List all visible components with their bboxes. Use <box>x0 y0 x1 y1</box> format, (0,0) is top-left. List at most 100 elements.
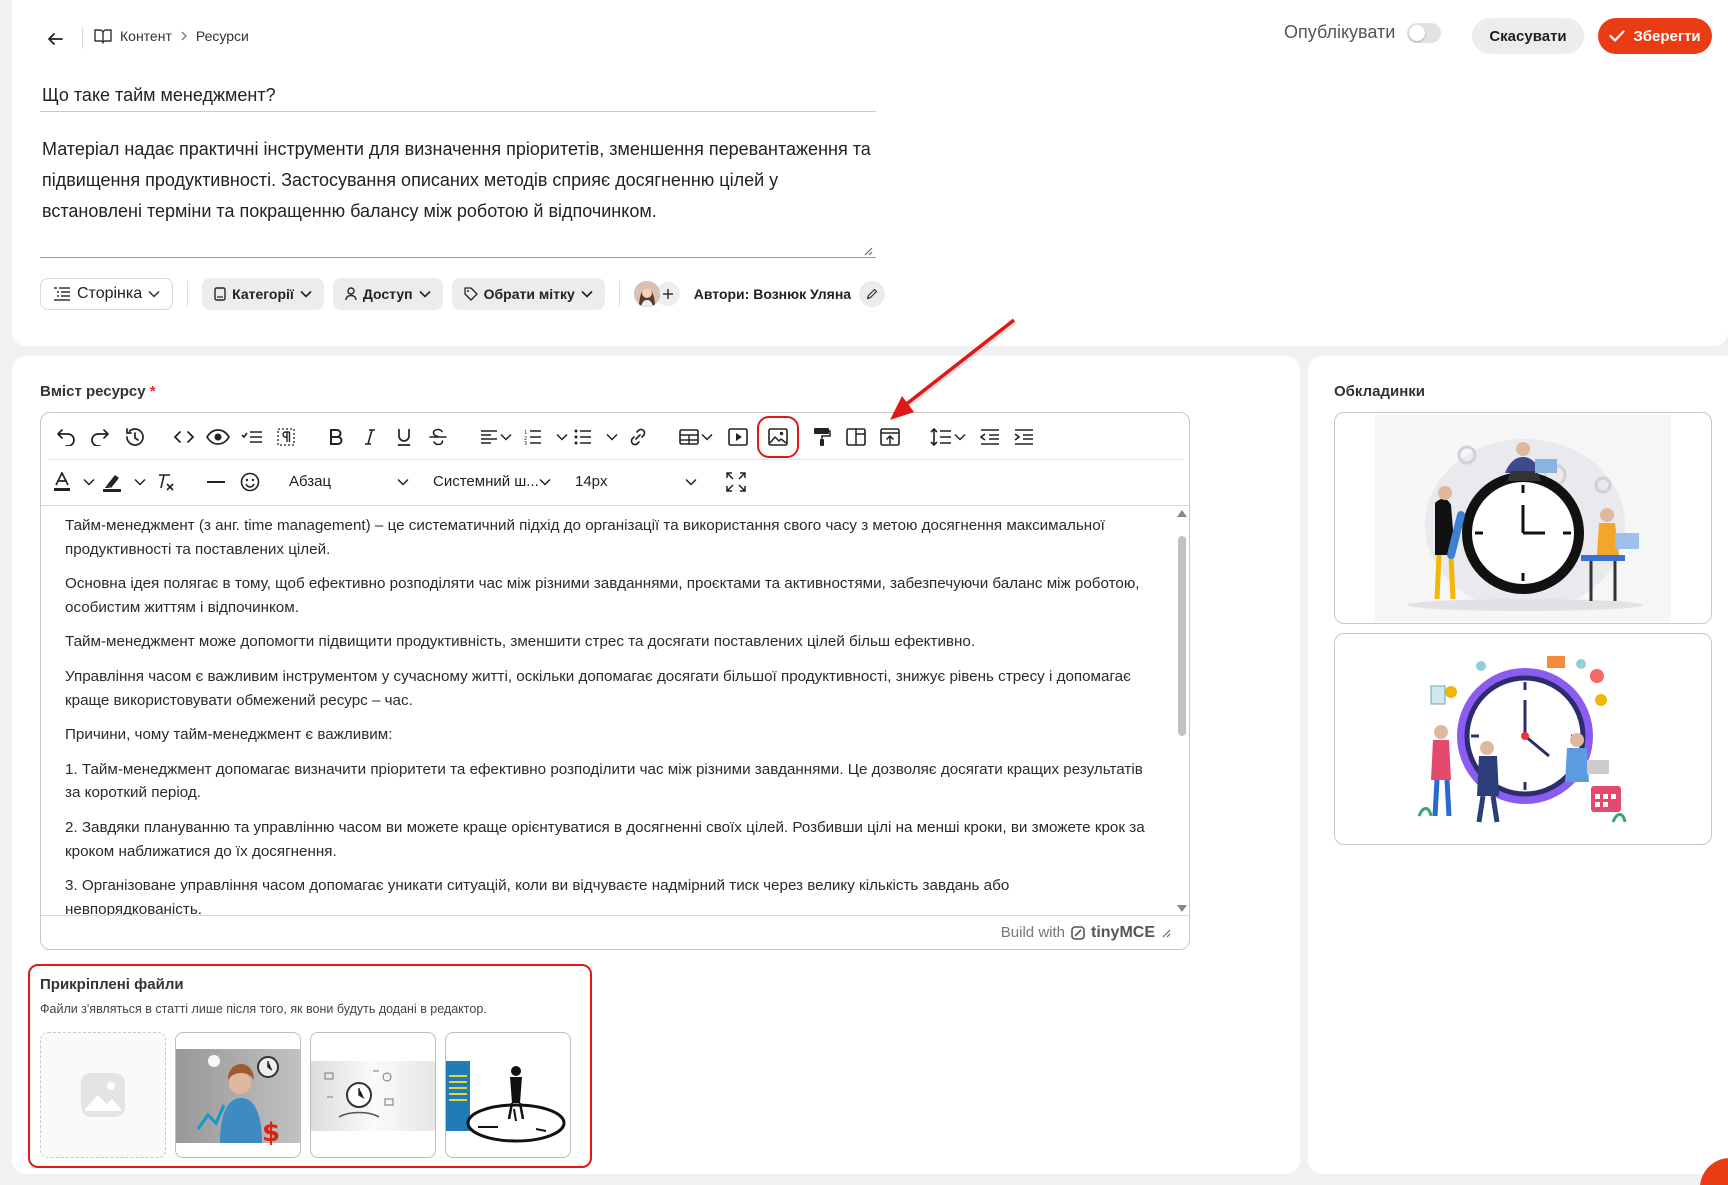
italic-icon <box>364 429 376 445</box>
time-management-illustration-2 <box>1417 656 1627 823</box>
fullscreen-icon <box>726 471 746 492</box>
clear-formatting-button[interactable] <box>149 465 183 499</box>
resource-description-textarea[interactable]: Матеріал надає практичні інструменти для… <box>40 132 876 258</box>
show-blocks-button[interactable] <box>269 420 303 454</box>
attached-image-thumb[interactable]: $ <box>175 1032 301 1158</box>
cover-image-1[interactable] <box>1334 412 1712 624</box>
attached-image-thumb[interactable] <box>310 1032 436 1158</box>
tag-icon <box>463 287 478 301</box>
chevron-right-icon <box>180 31 188 41</box>
italic-button[interactable] <box>353 420 387 454</box>
tag-dropdown[interactable]: Обрати мітку <box>451 278 605 310</box>
page-type-dropdown[interactable]: Сторінка <box>40 278 174 310</box>
required-mark: * <box>149 383 156 400</box>
cover-image-frame <box>1391 636 1655 842</box>
publish-control: Опублікувати <box>1284 22 1442 43</box>
scroll-down-arrow-icon[interactable] <box>1177 905 1187 912</box>
save-button[interactable]: Зберегти <box>1598 18 1712 54</box>
bullet-list-icon <box>574 429 592 445</box>
upload-file-placeholder[interactable] <box>40 1032 166 1158</box>
history-icon <box>123 427 145 447</box>
redo-icon <box>90 428 110 446</box>
strikethrough-button[interactable] <box>421 420 455 454</box>
numbered-list-dropdown[interactable]: 123 <box>521 420 571 454</box>
edit-authors-button[interactable] <box>859 281 886 307</box>
editor-scrollbar[interactable] <box>1173 506 1189 915</box>
checklist-icon <box>241 430 263 444</box>
horizontal-line-button[interactable] <box>199 465 233 499</box>
access-dropdown[interactable]: Доступ <box>332 278 443 310</box>
back-arrow-icon[interactable] <box>40 24 70 54</box>
font-size-value: 14px <box>575 473 608 490</box>
annotation-arrow-icon <box>890 318 1017 420</box>
block-format-select[interactable]: Абзац <box>283 465 415 499</box>
highlight-color-dropdown[interactable] <box>99 465 149 499</box>
build-with-label: Build with <box>1000 924 1065 941</box>
attached-files-panel: Прикріплені файли Файли з'являться в ста… <box>28 964 592 1168</box>
layout-columns-icon <box>846 428 866 446</box>
media-button[interactable] <box>721 420 755 454</box>
publish-toggle[interactable] <box>1407 22 1442 43</box>
category-dropdown[interactable]: Категорії <box>202 278 324 310</box>
tag-label: Обрати мітку <box>483 286 575 302</box>
align-dropdown[interactable] <box>471 420 521 454</box>
text-color-dropdown[interactable] <box>49 465 99 499</box>
redo-button[interactable] <box>83 420 117 454</box>
history-button[interactable] <box>117 420 151 454</box>
preview-button[interactable] <box>201 420 235 454</box>
bold-icon <box>329 429 343 445</box>
breadcrumb: Контент Ресурси <box>94 28 249 44</box>
font-size-select[interactable]: 14px <box>569 465 703 499</box>
bookmark-book-icon <box>214 287 226 301</box>
list-checkbox-button[interactable] <box>235 420 269 454</box>
editor-resize-icon[interactable] <box>1161 928 1171 938</box>
resource-title-input[interactable] <box>40 80 876 112</box>
cancel-button[interactable]: Скасувати <box>1472 18 1584 54</box>
breadcrumb-content[interactable]: Контент <box>120 28 172 44</box>
resize-grip-icon[interactable] <box>863 246 873 256</box>
undo-button[interactable] <box>49 420 83 454</box>
text-color-icon <box>53 471 71 492</box>
header-divider <box>82 27 83 49</box>
table-dropdown[interactable] <box>671 420 721 454</box>
tinymce-brand[interactable]: tinyMCE <box>1091 924 1155 942</box>
businesswoman-on-clock-image <box>446 1061 570 1143</box>
outdent-icon <box>980 429 1000 445</box>
font-family-select[interactable]: Системний ш... <box>427 465 557 499</box>
check-icon <box>1609 30 1625 42</box>
emoji-button[interactable] <box>233 465 267 499</box>
cover-image-2[interactable] <box>1334 633 1712 845</box>
scroll-thumb[interactable] <box>1178 536 1186 736</box>
svg-text:$: $ <box>262 1118 280 1148</box>
line-height-icon <box>930 428 952 446</box>
chevron-down-icon <box>148 290 160 298</box>
font-family-value: Системний ш... <box>433 473 539 490</box>
editor-statusbar: Build with tinyMCE <box>41 915 1189 949</box>
scroll-up-arrow-icon[interactable] <box>1177 510 1187 517</box>
underline-icon <box>397 428 411 446</box>
rich-text-editor: 123 Абзац Системний ш... 14px Тайм-менед… <box>40 412 1190 950</box>
cover-image-frame <box>1375 415 1671 621</box>
format-painter-button[interactable] <box>805 420 839 454</box>
chevron-down-icon <box>539 478 551 486</box>
fullscreen-button[interactable] <box>719 465 753 499</box>
indent-icon <box>1014 429 1034 445</box>
bullet-list-dropdown[interactable] <box>571 420 621 454</box>
upload-window-icon <box>880 428 900 446</box>
attached-image-thumb[interactable] <box>445 1032 571 1158</box>
content-label-text: Вміст ресурсу <box>40 383 146 400</box>
user-icon <box>345 287 357 301</box>
source-code-button[interactable] <box>167 420 201 454</box>
template-button[interactable] <box>839 420 873 454</box>
insert-image-button[interactable] <box>757 416 799 458</box>
chevron-down-icon <box>300 290 312 298</box>
bold-button[interactable] <box>319 420 353 454</box>
link-button[interactable] <box>621 420 655 454</box>
underline-button[interactable] <box>387 420 421 454</box>
editor-content-area[interactable]: Тайм-менеджмент (з анг. time management)… <box>41 505 1189 915</box>
meta-divider <box>618 281 620 307</box>
breadcrumb-resources[interactable]: Ресурси <box>196 28 249 44</box>
author-avatar[interactable] <box>633 281 660 307</box>
editor-text[interactable]: Тайм-менеджмент (з анг. time management)… <box>65 514 1145 915</box>
align-left-icon <box>480 430 498 444</box>
